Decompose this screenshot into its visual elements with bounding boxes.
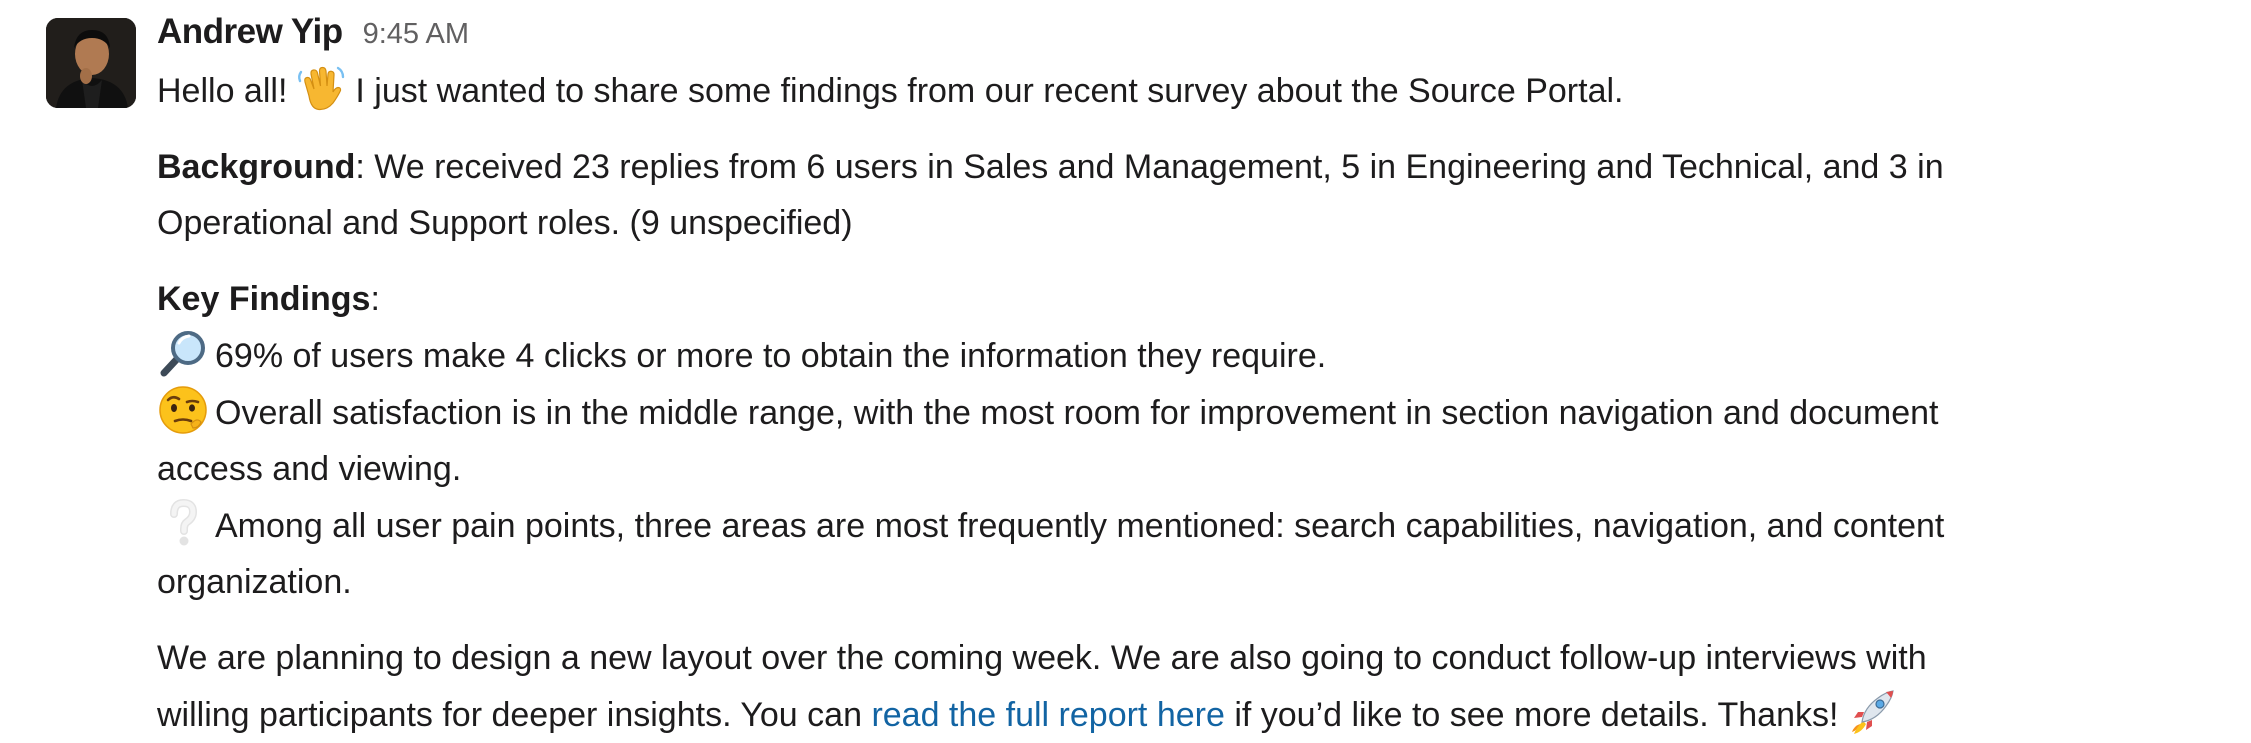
message-timestamp[interactable]: 9:45 AM	[363, 18, 469, 51]
rocket-icon	[1846, 686, 1898, 738]
finding-3-text-line2: organization.	[157, 563, 352, 601]
closing-paragraph: We are planning to design a new layout o…	[157, 630, 2217, 743]
full-report-link[interactable]: read the full report here	[871, 696, 1224, 734]
key-findings-label: Key Findings	[157, 280, 371, 318]
greeting-text-continued: I just wanted to share some findings fro…	[355, 72, 1624, 110]
magnifying-glass-icon	[157, 327, 209, 379]
closing-text-line1: We are planning to design a new layout o…	[157, 639, 1927, 677]
key-findings-colon: :	[370, 280, 380, 318]
background-text-line1: : We received 23 replies from 6 users in…	[355, 148, 1944, 186]
closing-text-line2-end: if you’d like to see more details. Thank…	[1224, 696, 1839, 734]
waving-hand-icon	[295, 62, 347, 114]
finding-1-text: 69% of users make 4 clicks or more to ob…	[215, 337, 1327, 375]
question-mark-icon	[157, 497, 209, 549]
avatar-photo	[46, 18, 136, 108]
greeting-text: Hello all!	[157, 72, 288, 110]
raised-eyebrow-face-icon	[157, 384, 209, 436]
author-name[interactable]: Andrew Yip	[157, 12, 343, 52]
chat-message: Andrew Yip 9:45 AM Hello all! I just wan…	[0, 0, 2251, 734]
finding-2-text-line2: access and viewing.	[157, 450, 462, 488]
finding-3-text-line1: Among all user pain points, three areas …	[215, 507, 1945, 545]
avatar[interactable]	[46, 18, 136, 108]
message-header: Andrew Yip 9:45 AM	[157, 12, 2217, 62]
finding-2-text-line1: Overall satisfaction is in the middle ra…	[215, 394, 1939, 432]
background-text-line2: Operational and Support roles. (9 unspec…	[157, 204, 853, 242]
message-content: Andrew Yip 9:45 AM Hello all! I just wan…	[157, 12, 2217, 743]
background-label: Background	[157, 148, 356, 186]
key-findings-paragraph: Key Findings: 69% of users make 4 clicks…	[157, 271, 2217, 610]
greeting-line: Hello all! I just wanted to share some f…	[157, 62, 2217, 119]
closing-text-line2-start: willing participants for deeper insights…	[157, 696, 872, 734]
background-paragraph: Background: We received 23 replies from …	[157, 139, 2217, 251]
